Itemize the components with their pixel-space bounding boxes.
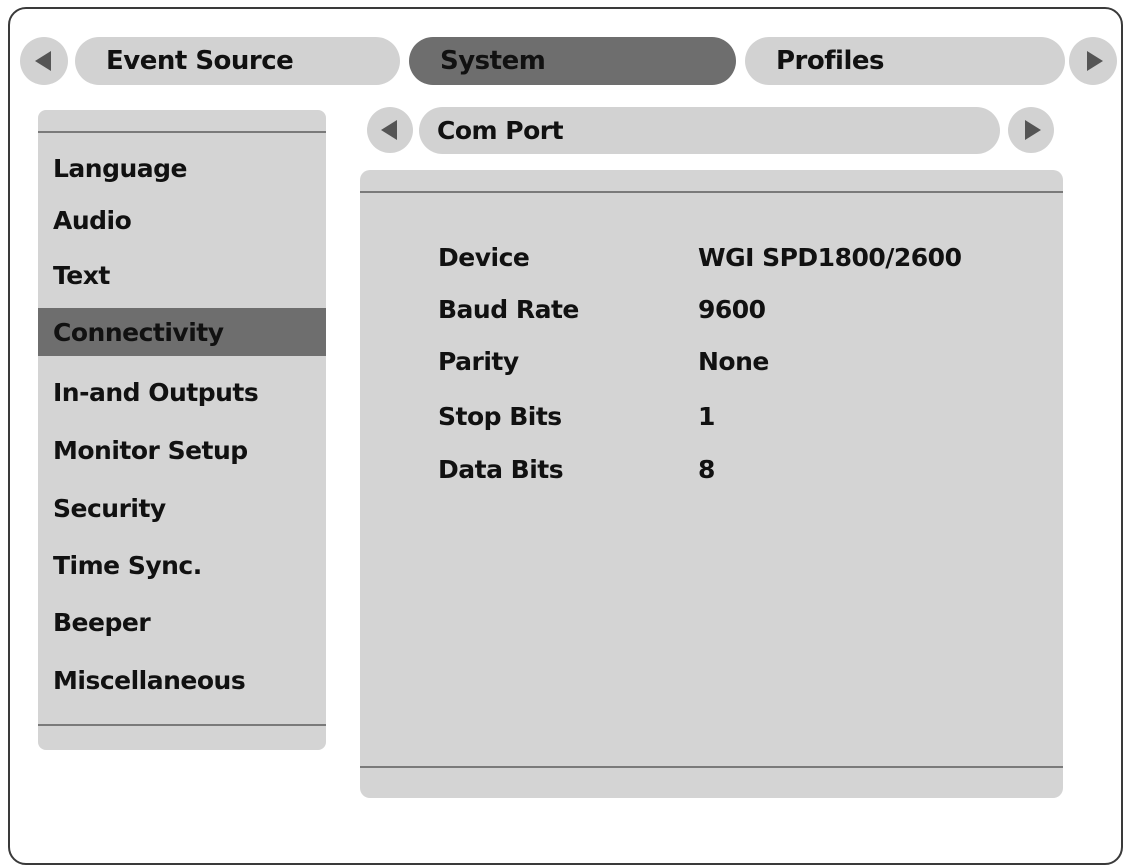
setting-label: Data Bits [438,455,564,484]
tab-label: Profiles [776,46,885,76]
sidebar-item-audio[interactable]: Audio [38,196,326,244]
triangle-left-icon [380,120,397,140]
tab-label: System [440,46,546,76]
tab-next-button[interactable] [1069,37,1117,85]
tab-prev-button[interactable] [20,37,68,85]
setting-label: Device [438,243,530,272]
sidebar-item-security[interactable]: Security [38,484,326,532]
sidebar-item-connectivity[interactable]: Connectivity [38,308,326,356]
subtab-next-button[interactable] [1008,107,1054,153]
setting-label: Stop Bits [438,402,562,431]
tab-system[interactable]: System [409,37,736,85]
sidebar-bottom-divider [38,724,326,726]
sidebar-item-monitor-setup[interactable]: Monitor Setup [38,426,326,474]
subtab-com-port[interactable]: Com Port [419,107,1000,154]
sidebar-item-text[interactable]: Text [38,251,326,299]
subtab-label: Com Port [437,116,564,145]
sidebar-item-time-sync[interactable]: Time Sync. [38,541,326,589]
setting-value[interactable]: WGI SPD1800/2600 [698,238,962,278]
setting-label: Parity [438,347,519,376]
sidebar-item-beeper[interactable]: Beeper [38,598,326,646]
setting-row-device[interactable]: Device WGI SPD1800/2600 [360,238,1063,278]
tab-profiles[interactable]: Profiles [745,37,1065,85]
panel-bottom-divider [360,766,1063,768]
sidebar-item-label: Audio [53,205,132,235]
sidebar-item-label: Connectivity [53,317,224,347]
setting-value[interactable]: 1 [698,397,715,437]
sidebar-item-label: In-and Outputs [53,377,259,407]
sidebar-top-divider [38,131,326,133]
setting-value[interactable]: 9600 [698,290,766,330]
sidebar-item-label: Monitor Setup [53,435,248,465]
setting-row-parity[interactable]: Parity None [360,342,1063,382]
sidebar-item-language[interactable]: Language [38,144,326,192]
sidebar-item-in-and-outputs[interactable]: In-and Outputs [38,368,326,416]
setting-row-baud-rate[interactable]: Baud Rate 9600 [360,290,1063,330]
sidebar-item-label: Time Sync. [53,550,202,580]
sidebar-item-label: Beeper [53,607,151,637]
setting-row-data-bits[interactable]: Data Bits 8 [360,450,1063,490]
setting-row-stop-bits[interactable]: Stop Bits 1 [360,397,1063,437]
panel-top-divider [360,191,1063,193]
sidebar-item-label: Text [53,260,110,290]
setting-value[interactable]: 8 [698,450,715,490]
triangle-right-icon [1024,120,1041,140]
sidebar-item-label: Language [53,153,188,183]
subtab-prev-button[interactable] [367,107,413,153]
tab-label: Event Source [106,46,294,76]
triangle-left-icon [34,51,51,71]
sidebar-item-label: Miscellaneous [53,665,246,695]
setting-value[interactable]: None [698,342,769,382]
settings-panel: Device WGI SPD1800/2600 Baud Rate 9600 P… [360,170,1063,798]
sidebar-menu: Language Audio Text Connectivity In-and … [38,110,326,750]
triangle-right-icon [1086,51,1103,71]
setting-label: Baud Rate [438,295,579,324]
sidebar-item-miscellaneous[interactable]: Miscellaneous [38,656,326,704]
tab-event-source[interactable]: Event Source [75,37,400,85]
sidebar-item-label: Security [53,493,166,523]
